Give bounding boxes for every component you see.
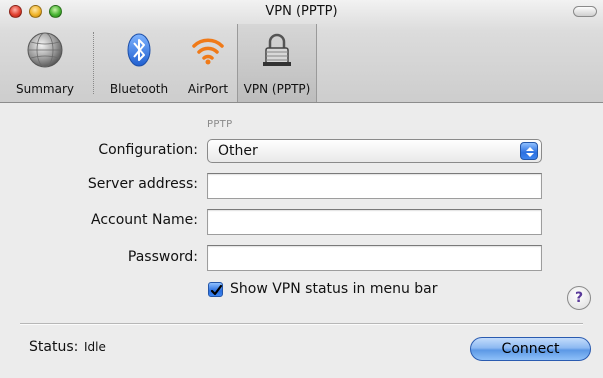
toolbar-item-vpn-pptp[interactable]: VPN (PPTP) [237, 24, 317, 102]
password-field[interactable] [207, 245, 542, 271]
toolbar-separator [93, 32, 94, 94]
account-name-field[interactable] [207, 209, 542, 235]
configuration-popup[interactable]: Other [207, 139, 542, 163]
toolbar-item-label: Summary [16, 82, 74, 96]
server-address-label: Server address: [87, 176, 198, 192]
account-name-label: Account Name: [91, 212, 198, 228]
toolbar-item-airport[interactable]: AirPort [180, 24, 236, 102]
toolbar-item-summary[interactable]: Summary [6, 24, 84, 102]
connect-button[interactable]: Connect [470, 337, 591, 361]
show-vpn-status-checkbox[interactable] [208, 282, 223, 297]
window-chrome: VPN (PPTP) Summary Bluetooth AirPort VPN… [0, 0, 603, 103]
status-value: Idle [84, 340, 106, 354]
airport-wifi-icon [192, 38, 224, 65]
status-label: Status: [29, 339, 79, 355]
title-bar[interactable]: VPN (PPTP) [0, 0, 603, 24]
toolbar-item-label: VPN (PPTP) [243, 82, 311, 96]
globe-icon [27, 32, 63, 68]
updown-arrows-icon [520, 142, 538, 160]
configuration-value: Other [218, 143, 258, 159]
configuration-label: Configuration: [98, 142, 198, 158]
show-vpn-status-label[interactable]: Show VPN status in menu bar [230, 281, 438, 297]
window-title: VPN (PPTP) [265, 4, 338, 19]
toolbar-item-label: Bluetooth [109, 82, 169, 96]
toolbar: Summary Bluetooth AirPort VPN (PPTP) [0, 24, 603, 103]
toolbar-toggle-button[interactable] [573, 6, 597, 17]
bluetooth-icon [127, 33, 151, 67]
vpn-window: VPN (PPTP) Summary Bluetooth AirPort VPN… [0, 0, 603, 378]
divider [20, 323, 583, 325]
checkmark-icon [210, 284, 223, 296]
toolbar-item-bluetooth[interactable]: Bluetooth [100, 24, 178, 102]
password-label: Password: [127, 249, 198, 265]
lock-icon [263, 33, 291, 66]
help-button[interactable]: ? [567, 286, 591, 310]
toolbar-item-label: AirPort [187, 82, 229, 96]
server-address-field[interactable] [207, 173, 542, 199]
pptp-section-label: PPTP [207, 119, 233, 130]
